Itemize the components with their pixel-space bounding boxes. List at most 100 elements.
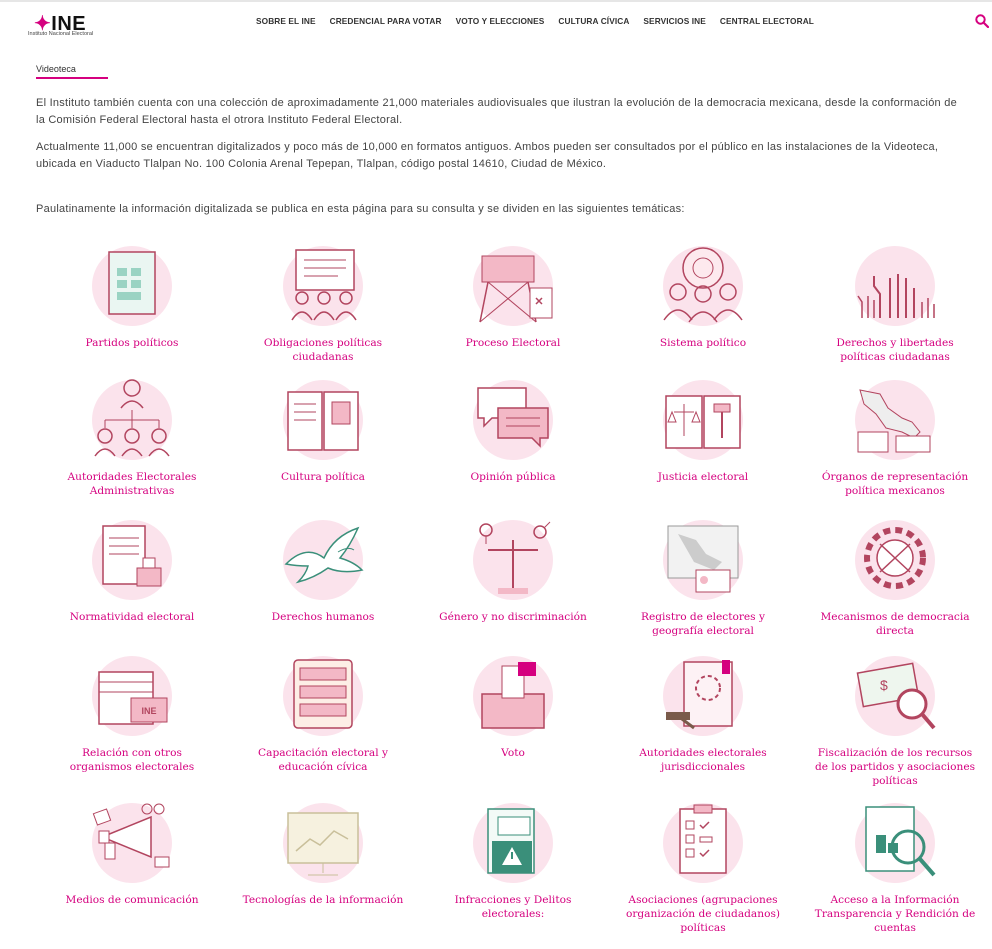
nav-credencial[interactable]: CREDENCIAL PARA VOTAR [330, 16, 442, 26]
warning-document-icon [487, 808, 535, 874]
topic-tile[interactable]: Derechos y libertades políticas ciudadan… [810, 238, 980, 364]
topic-icon-wrap[interactable] [840, 512, 950, 604]
nav-voto-elecciones[interactable]: VOTO Y ELECCIONES [456, 16, 545, 26]
topic-icon-wrap[interactable] [648, 512, 758, 604]
topic-label[interactable]: Fiscalización de los recursos de los par… [810, 746, 980, 788]
topic-tile[interactable]: Género y no discriminación [428, 512, 598, 624]
topic-tile[interactable]: Mecanismos de democracia directa [810, 512, 980, 638]
topic-icon-wrap[interactable] [840, 238, 950, 330]
topic-label[interactable]: Obligaciones políticas ciudadanas [238, 336, 408, 364]
topic-label[interactable]: Registro de electores y geografía electo… [618, 610, 788, 638]
topic-label[interactable]: Derechos humanos [238, 610, 408, 624]
topic-label[interactable]: Autoridades electorales jurisdiccionales [618, 746, 788, 774]
topic-label[interactable]: Derechos y libertades políticas ciudadan… [810, 336, 980, 364]
topic-icon-wrap[interactable] [77, 512, 187, 604]
topic-icon-wrap[interactable] [77, 372, 187, 464]
topic-icon-wrap[interactable] [648, 372, 758, 464]
topic-icon-wrap[interactable] [77, 238, 187, 330]
site-header: ✦INE Instituto Nacional Electoral SOBRE … [0, 2, 992, 40]
topic-label[interactable]: Voto [428, 746, 598, 760]
topic-tile[interactable]: Medios de comunicación [47, 795, 217, 907]
breadcrumb[interactable]: Videoteca [36, 64, 76, 74]
topic-tile[interactable]: INE Relación con otros organismos elector… [47, 648, 217, 774]
topic-tile[interactable]: Proceso Electoral [428, 238, 598, 350]
topic-icon-wrap[interactable]: $ [840, 648, 950, 740]
topic-icon-wrap[interactable]: INE [77, 648, 187, 740]
svg-text:$: $ [880, 677, 888, 693]
main-nav: SOBRE EL INE CREDENCIAL PARA VOTAR VOTO … [256, 16, 814, 26]
topic-label[interactable]: Cultura política [238, 470, 408, 484]
topic-label[interactable]: Medios de comunicación [47, 893, 217, 907]
citizens-document-icon [291, 249, 357, 321]
document-search-icon [865, 806, 936, 877]
topic-tile[interactable]: Obligaciones políticas ciudadanas [238, 238, 408, 364]
topic-icon-wrap[interactable] [458, 512, 568, 604]
topic-label[interactable]: Sistema político [618, 336, 788, 350]
topic-tile[interactable]: Voto [428, 648, 598, 760]
nav-central-electoral[interactable]: CENTRAL ELECTORAL [720, 16, 814, 26]
topic-label[interactable]: Capacitación electoral y educación cívic… [238, 746, 408, 774]
topic-tile[interactable]: Infracciones y Delitos electorales: [428, 795, 598, 921]
topic-label[interactable]: Órganos de representación política mexic… [810, 470, 980, 498]
topic-label[interactable]: Infracciones y Delitos electorales: [428, 893, 598, 921]
topic-label[interactable]: Género y no discriminación [428, 610, 598, 624]
document-grid-icon [108, 251, 156, 315]
location-paragraph: Actualmente 11,000 se encuentran digital… [36, 141, 939, 170]
nav-sobre-el-ine[interactable]: SOBRE EL INE [256, 16, 316, 26]
topic-icon-wrap[interactable] [77, 795, 187, 887]
topic-tile[interactable]: Partidos políticos [47, 238, 217, 350]
logo-subtitle: Instituto Nacional Electoral [28, 31, 94, 37]
topic-icon-wrap[interactable] [268, 238, 378, 330]
topic-icon-wrap[interactable] [458, 648, 568, 740]
topic-tile[interactable]: Autoridades Electorales Administrativas [47, 372, 217, 498]
topic-icon-wrap[interactable] [458, 795, 568, 887]
topic-tile[interactable]: Autoridades electorales jurisdiccionales [618, 648, 788, 774]
topic-icon-wrap[interactable] [648, 648, 758, 740]
topic-icon-wrap[interactable] [648, 795, 758, 887]
megaphone-icon [92, 803, 170, 868]
topic-tile[interactable]: Capacitación electoral y educación cívic… [238, 648, 408, 774]
topic-icon-wrap[interactable] [268, 512, 378, 604]
topic-icon-wrap[interactable] [840, 795, 950, 887]
search-icon[interactable] [975, 14, 989, 28]
ine-logo[interactable]: ✦INE Instituto Nacional Electoral [28, 11, 138, 37]
topic-tile[interactable]: Registro de electores y geografía electo… [618, 512, 788, 638]
topic-tile[interactable]: Derechos humanos [238, 512, 408, 624]
topic-icon-wrap[interactable] [458, 238, 568, 330]
topic-label[interactable]: Asociaciones (agrupaciones organización … [618, 893, 788, 935]
nav-servicios-ine[interactable]: SERVICIOS INE [643, 16, 705, 26]
topic-icon-wrap[interactable] [268, 372, 378, 464]
breadcrumb-underline [36, 77, 108, 79]
topic-tile[interactable]: Justicia electoral [618, 372, 788, 484]
raised-hands-icon [857, 274, 935, 318]
topic-icon-wrap[interactable] [458, 372, 568, 464]
topic-label[interactable]: Partidos políticos [47, 336, 217, 350]
topic-label[interactable]: Acceso a la Información Transparencia y … [810, 893, 980, 935]
topic-label[interactable]: Relación con otros organismos electorale… [47, 746, 217, 774]
topic-tile[interactable]: $ Fiscalización de los recursos de los pa… [810, 648, 980, 788]
topics-intro-paragraph: Paulatinamente la información digitaliza… [36, 203, 685, 215]
topic-icon-wrap[interactable] [268, 795, 378, 887]
topic-label[interactable]: Opinión pública [428, 470, 598, 484]
topic-tile[interactable]: Normatividad electoral [47, 512, 217, 624]
topic-label[interactable]: Justicia electoral [618, 470, 788, 484]
topic-tile[interactable]: Acceso a la Información Transparencia y … [810, 795, 980, 935]
topic-label[interactable]: Tecnologías de la información [238, 893, 408, 907]
nav-cultura-civica[interactable]: CULTURA CÍVICA [558, 16, 629, 26]
topic-tile[interactable]: Asociaciones (agrupaciones organización … [618, 795, 788, 935]
topic-icon-wrap[interactable] [648, 238, 758, 330]
topic-label[interactable]: Autoridades Electorales Administrativas [47, 470, 217, 498]
topic-tile[interactable]: Tecnologías de la información [238, 795, 408, 907]
topic-label[interactable]: Mecanismos de democracia directa [810, 610, 980, 638]
topic-tile[interactable]: Sistema político [618, 238, 788, 350]
topic-label[interactable]: Normatividad electoral [47, 610, 217, 624]
topic-tile[interactable]: Órganos de representación política mexic… [810, 372, 980, 498]
dove-icon [284, 526, 364, 584]
speech-bubbles-icon [477, 387, 549, 448]
topic-tile[interactable]: Opinión pública [428, 372, 598, 484]
mexico-map-buildings-icon [857, 389, 931, 453]
topic-tile[interactable]: Cultura política [238, 372, 408, 484]
topic-label[interactable]: Proceso Electoral [428, 336, 598, 350]
topic-icon-wrap[interactable] [268, 648, 378, 740]
topic-icon-wrap[interactable] [840, 372, 950, 464]
